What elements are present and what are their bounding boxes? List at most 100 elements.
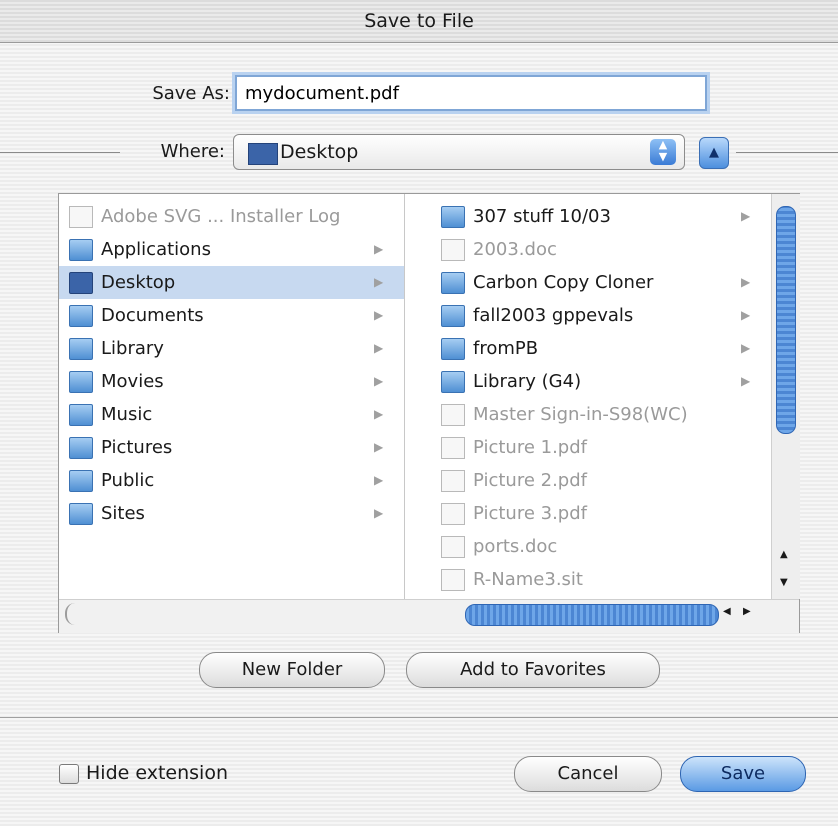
- cancel-button[interactable]: Cancel: [514, 756, 662, 792]
- disclosure-arrow-icon: ▶: [741, 308, 751, 322]
- hide-extension-checkbox[interactable]: [59, 764, 79, 784]
- list-item[interactable]: fall2003 gppevals ▶: [431, 299, 771, 332]
- disclosure-arrow-icon: ▶: [374, 275, 384, 289]
- list-item-label: Documents: [101, 305, 204, 326]
- list-item-label: Adobe SVG ... Installer Log: [101, 206, 341, 227]
- list-item[interactable]: Public ▶: [59, 464, 404, 497]
- list-item[interactable]: ports.doc: [431, 530, 771, 563]
- save-button[interactable]: Save: [680, 756, 806, 792]
- list-item[interactable]: Library ▶: [59, 332, 404, 365]
- folder-icon: [69, 239, 93, 261]
- list-item[interactable]: 307 stuff 10/03 ▶: [431, 200, 771, 233]
- save-as-label: Save As:: [152, 83, 230, 104]
- list-item-label: Picture 3.pdf: [473, 503, 587, 524]
- disclosure-arrow-icon: ▶: [374, 407, 384, 421]
- folder-icon: [69, 272, 93, 294]
- folder-icon: [441, 371, 465, 393]
- document-icon: [69, 206, 93, 228]
- list-item-label: Desktop: [101, 272, 176, 293]
- disclosure-arrow-icon: ▶: [741, 209, 751, 223]
- document-icon: [441, 437, 465, 459]
- list-item[interactable]: Desktop ▶: [59, 266, 404, 299]
- scroll-up-arrow-icon[interactable]: ▲: [780, 549, 788, 560]
- disclosure-arrow-icon: ▶: [374, 506, 384, 520]
- document-icon: [441, 503, 465, 525]
- list-item-label: Picture 2.pdf: [473, 470, 587, 491]
- list-item-label: Library (G4): [473, 371, 582, 392]
- browser-column-1[interactable]: Adobe SVG ... Installer Log Applications ▶…: [59, 194, 405, 599]
- scroll-right-arrow-icon[interactable]: ▶: [743, 606, 751, 617]
- folder-icon: [69, 437, 93, 459]
- list-item[interactable]: Library (G4) ▶: [431, 365, 771, 398]
- list-item-label: Public: [101, 470, 155, 491]
- window-title: Save to File: [0, 0, 838, 43]
- folder-icon: [69, 404, 93, 426]
- list-item[interactable]: Picture 1.pdf: [431, 431, 771, 464]
- list-item[interactable]: Music ▶: [59, 398, 404, 431]
- document-icon: [441, 569, 465, 591]
- document-icon: [441, 404, 465, 426]
- horizontal-scrollbar[interactable]: ◀ ▶: [59, 599, 799, 633]
- list-item-label: Library: [101, 338, 164, 359]
- document-icon: [441, 536, 465, 558]
- list-item[interactable]: Pictures ▶: [59, 431, 404, 464]
- document-icon: [441, 239, 465, 261]
- where-separator-right: [736, 152, 838, 153]
- list-item[interactable]: Picture 3.pdf: [431, 497, 771, 530]
- hide-extension-label[interactable]: Hide extension: [86, 762, 228, 784]
- list-item[interactable]: Carbon Copy Cloner ▶: [431, 266, 771, 299]
- folder-icon: [441, 272, 465, 294]
- save-as-input[interactable]: [235, 75, 707, 111]
- disclosure-arrow-icon: ▶: [374, 374, 384, 388]
- popup-stepper-icon: ▲ ▼: [650, 139, 676, 165]
- list-item[interactable]: Sites ▶: [59, 497, 404, 530]
- list-item-label: Master Sign-in-S98(WC): [473, 404, 688, 425]
- list-item-label: R-Name3.sit: [473, 569, 583, 590]
- scroll-left-arrow-icon[interactable]: ◀: [723, 606, 731, 617]
- disclosure-arrow-icon: ▶: [374, 308, 384, 322]
- list-item-label: 307 stuff 10/03: [473, 206, 611, 227]
- list-item-label: Pictures: [101, 437, 173, 458]
- bottom-divider: [0, 717, 838, 718]
- disclosure-arrow-icon: ▶: [374, 473, 384, 487]
- folder-icon: [441, 338, 465, 360]
- list-item-label: Sites: [101, 503, 145, 524]
- new-folder-button[interactable]: New Folder: [199, 652, 385, 688]
- list-item[interactable]: 2003.doc: [431, 233, 771, 266]
- list-item[interactable]: Picture 2.pdf: [431, 464, 771, 497]
- scroll-track-start: [65, 603, 77, 625]
- folder-icon: [441, 206, 465, 228]
- where-selected: Desktop: [280, 141, 359, 163]
- list-item-label: Movies: [101, 371, 164, 392]
- list-item[interactable]: Applications ▶: [59, 233, 404, 266]
- collapse-toggle-button[interactable]: ▲: [699, 137, 729, 169]
- vertical-scroll-thumb[interactable]: [776, 206, 796, 434]
- list-item[interactable]: fromPB ▶: [431, 332, 771, 365]
- list-item[interactable]: Documents ▶: [59, 299, 404, 332]
- list-item-label: Picture 1.pdf: [473, 437, 587, 458]
- folder-icon: [69, 338, 93, 360]
- list-item-label: Carbon Copy Cloner: [473, 272, 654, 293]
- document-icon: [441, 470, 465, 492]
- list-item[interactable]: Master Sign-in-S98(WC): [431, 398, 771, 431]
- column-browser[interactable]: Adobe SVG ... Installer Log Applications ▶…: [58, 193, 800, 633]
- where-popup[interactable]: Desktop ▲ ▼: [233, 134, 685, 170]
- folder-icon: [441, 305, 465, 327]
- vertical-scrollbar[interactable]: ▲ ▼: [771, 194, 800, 599]
- disclosure-arrow-icon: ▶: [741, 275, 751, 289]
- list-item[interactable]: Adobe SVG ... Installer Log: [59, 200, 404, 233]
- list-item[interactable]: R-Name3.sit: [431, 563, 771, 596]
- desktop-folder-icon: [248, 143, 278, 165]
- browser-column-2[interactable]: 307 stuff 10/03 ▶ 2003.doc Carbon Copy Clon…: [431, 194, 771, 599]
- folder-icon: [69, 503, 93, 525]
- list-item[interactable]: Movies ▶: [59, 365, 404, 398]
- disclosure-arrow-icon: ▶: [741, 374, 751, 388]
- horizontal-scroll-thumb[interactable]: [465, 604, 719, 626]
- folder-icon: [69, 470, 93, 492]
- list-item-label: fall2003 gppevals: [473, 305, 634, 326]
- add-to-favorites-button[interactable]: Add to Favorites: [406, 652, 660, 688]
- where-label: Where:: [160, 141, 225, 162]
- scroll-down-arrow-icon[interactable]: ▼: [780, 577, 788, 588]
- where-separator-left: [0, 152, 120, 153]
- list-item-label: 2003.doc: [473, 239, 557, 260]
